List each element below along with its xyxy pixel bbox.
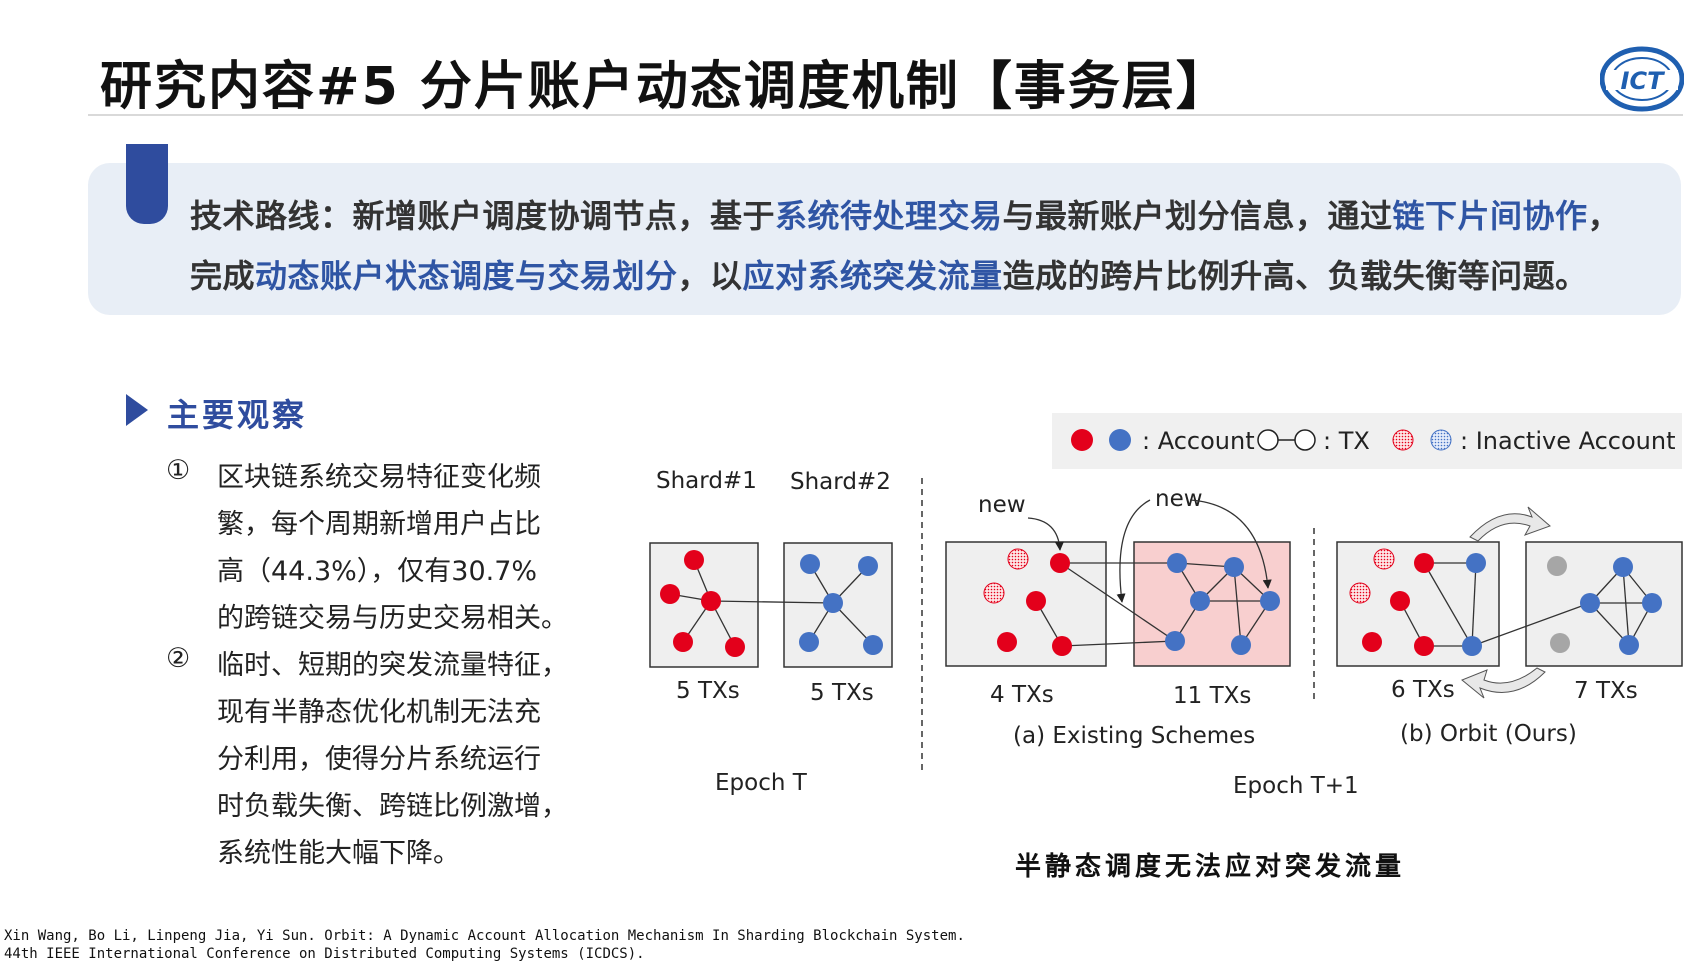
account-node: [1414, 553, 1434, 573]
page-title: 研究内容#5 分片账户动态调度机制【事务层】: [100, 57, 1230, 117]
tech-route-line-2: 完成动态账户状态调度与交易划分，以应对系统突发流量造成的跨片比例升高、负载失衡等…: [190, 251, 1588, 297]
orbit-migrate-arrow-icon: [1469, 506, 1551, 542]
account-node: [660, 584, 680, 604]
observation-line: 时负载失衡、跨链比例激增，: [217, 791, 568, 822]
tx-count: 11 TXs: [1173, 683, 1251, 709]
inactive-account-node: [1349, 582, 1371, 604]
tx-count: 7 TXs: [1574, 678, 1638, 704]
tech-highlight: 链下片间协作: [1392, 197, 1588, 235]
item-number: ②: [166, 643, 191, 674]
account-node: [725, 637, 745, 657]
observation-line: 繁，每个周期新增用户占比: [217, 509, 541, 540]
legend-account-label: : Account: [1142, 427, 1255, 455]
gray-account-node: [1547, 556, 1567, 576]
observation-line: 临时、短期的突发流量特征，: [217, 650, 568, 681]
tech-segment: ，以: [677, 257, 743, 295]
tech-highlight: 动态账户状态调度与交易划分: [255, 257, 678, 295]
account-node: [1580, 593, 1600, 613]
observations-title: 主要观察: [167, 396, 308, 434]
observation-line: 的跨链交易与历史交易相关。: [217, 603, 568, 634]
diagram-caption: 半静态调度无法应对突发流量: [1015, 852, 1406, 882]
tx-count: 6 TXs: [1391, 677, 1455, 703]
account-node: [1462, 636, 1482, 656]
tech-segment: 与最新账户划分信息，通过: [1002, 197, 1393, 235]
account-node: [1050, 553, 1070, 573]
new-label: new: [1155, 486, 1203, 512]
inactive-account-node: [1373, 548, 1395, 570]
observation-line: 区块链系统交易特征变化频: [217, 462, 541, 493]
tech-highlight: 应对系统突发流量: [742, 257, 1003, 295]
account-node: [1414, 636, 1434, 656]
account-node: [1362, 632, 1382, 652]
section-arrow-icon: [126, 394, 148, 426]
logo-text: ICT: [1621, 67, 1666, 95]
observation-line: 系统性能大幅下降。: [217, 838, 460, 869]
shard2-label: Shard#2: [790, 469, 891, 495]
account-node: [863, 635, 883, 655]
ict-logo: ICT: [1600, 46, 1684, 112]
account-node: [1190, 591, 1210, 611]
citation-line-1: Xin Wang, Bo Li, Linpeng Jia, Yi Sun. Or…: [4, 928, 965, 944]
tech-segment: 完成: [190, 257, 256, 295]
orbit-diagram: : Account : TX : Inactive Account Shard#…: [649, 413, 1683, 799]
epoch-t1-label: Epoch T+1: [1233, 773, 1359, 799]
observation-line: 高（44.3%），仅有30.7%: [217, 556, 538, 587]
account-node: [1619, 635, 1639, 655]
account-node: [800, 554, 820, 574]
legend-red-account: [1071, 429, 1093, 451]
account-node: [799, 632, 819, 652]
account-node: [1165, 631, 1185, 651]
citation-line-2: 44th IEEE International Conference on Di…: [4, 946, 645, 962]
new-label: new: [978, 492, 1026, 518]
title-divider: [88, 114, 1683, 116]
legend-inactive-label: : Inactive Account: [1460, 427, 1675, 455]
account-node: [1224, 557, 1244, 577]
inactive-account-node: [1007, 548, 1029, 570]
observation-line: 分利用，使得分片系统运行: [217, 744, 541, 775]
inactive-account-node: [983, 582, 1005, 604]
account-node: [858, 556, 878, 576]
account-node: [823, 593, 843, 613]
existing-schemes-label: (a) Existing Schemes: [1013, 723, 1255, 749]
shard1-label: Shard#1: [656, 468, 757, 494]
gray-account-node: [1550, 633, 1570, 653]
item-number: ①: [166, 455, 191, 486]
account-node: [1642, 593, 1662, 613]
legend-tx-node: [1257, 429, 1279, 451]
account-node: [1390, 591, 1410, 611]
account-node: [1167, 553, 1187, 573]
account-node: [1466, 553, 1486, 573]
tech-route-line-1: 技术路线：新增账户调度协调节点，基于系统待处理交易与最新账户划分信息，通过链下片…: [190, 191, 1620, 237]
account-node: [997, 632, 1017, 652]
legend-blue-account: [1109, 429, 1131, 451]
legend-tx-label: : TX: [1323, 427, 1370, 455]
account-node: [684, 550, 704, 570]
legend-tx-node: [1294, 429, 1316, 451]
tx-count: 5 TXs: [676, 678, 740, 704]
orbit-label: (b) Orbit (Ours): [1400, 721, 1577, 747]
account-node: [673, 632, 693, 652]
tech-route-tab: [126, 144, 168, 224]
tech-segment: 技术路线：新增账户调度协调节点，基于: [190, 197, 776, 235]
observation-line: 现有半静态优化机制无法充: [217, 697, 541, 728]
tx-count: 5 TXs: [810, 680, 874, 706]
account-node: [1231, 635, 1251, 655]
tx-count: 4 TXs: [990, 682, 1054, 708]
legend-inactive-blue: [1430, 429, 1452, 451]
tech-highlight: 系统待处理交易: [775, 197, 1003, 235]
orbit-migrate-arrow-icon: [1461, 667, 1546, 699]
epoch-t-label: Epoch T: [715, 770, 808, 796]
account-node: [1052, 636, 1072, 656]
tech-segment: ，: [1587, 197, 1621, 235]
account-node: [701, 591, 721, 611]
account-node: [1260, 591, 1280, 611]
tech-segment: 造成的跨片比例升高、负载失衡等问题。: [1002, 257, 1588, 295]
legend-inactive-red: [1392, 429, 1414, 451]
account-node: [1613, 557, 1633, 577]
account-node: [1026, 591, 1046, 611]
